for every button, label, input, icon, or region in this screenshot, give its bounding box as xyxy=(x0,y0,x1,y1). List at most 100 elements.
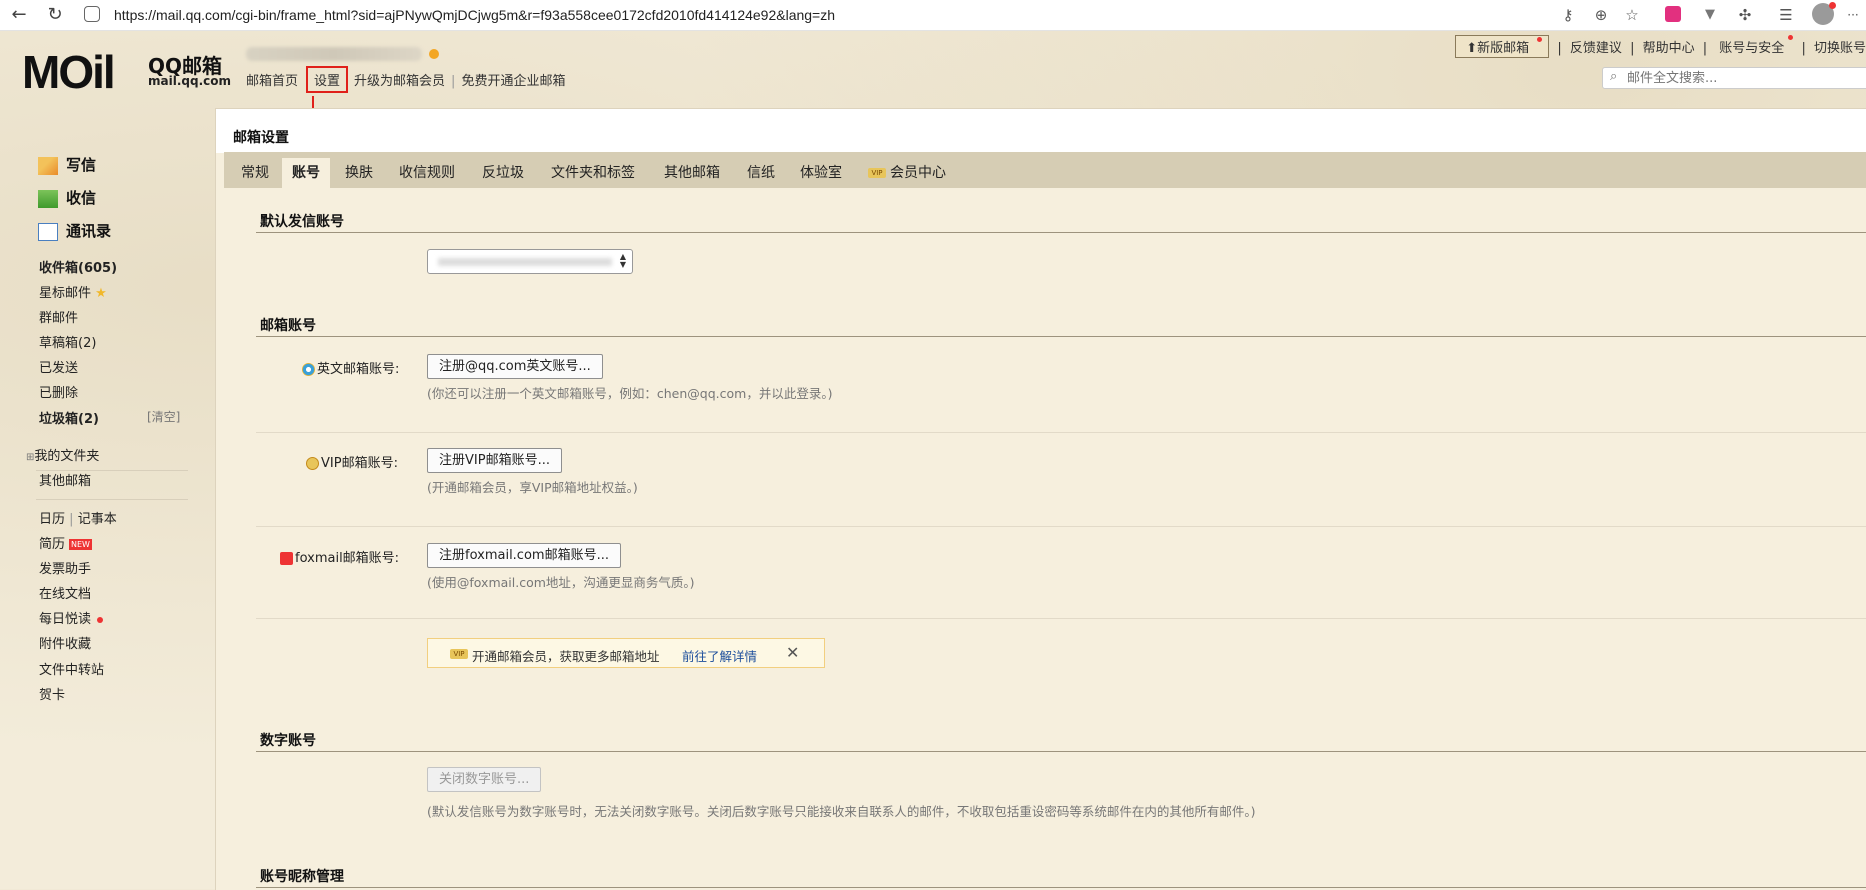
english-account-hint: (你还可以注册一个英文邮箱账号，例如：chen@qq.com，并以此登录。) xyxy=(427,386,833,401)
favorites-list-icon[interactable]: ☰ xyxy=(1776,5,1796,25)
close-icon[interactable]: ✕ xyxy=(786,643,799,662)
sidebar-item-drafts[interactable]: 草稿箱(2) xyxy=(39,332,96,351)
tab-general[interactable]: 常规 xyxy=(241,162,269,182)
resume-label: 简历 xyxy=(39,537,66,552)
settings-tabs: 常规 账号 换肤 收信规则 反垃圾 文件夹和标签 其他邮箱 信纸 体验室 VIP… xyxy=(224,152,1866,189)
switch-account-link[interactable]: 切换账号 xyxy=(1814,41,1866,56)
sidebar-item-invoice[interactable]: 发票助手 xyxy=(39,558,91,577)
vip-icon: VIP xyxy=(868,168,886,178)
sidebar-item-starred[interactable]: 星标邮件 ★ xyxy=(39,282,107,301)
promo-text: 开通邮箱会员，获取更多邮箱地址 xyxy=(472,649,660,664)
tab-lab[interactable]: 体验室 xyxy=(800,162,842,182)
nav-separator: | xyxy=(451,74,456,89)
row-divider xyxy=(256,526,1866,527)
compose-button[interactable]: 写信 xyxy=(38,154,96,178)
top-navigation: 邮箱首页 设置 升级为邮箱会员 | 免费开通企业邮箱 xyxy=(246,66,571,93)
nav-mail-home[interactable]: 邮箱首页 xyxy=(246,74,298,89)
nickname-management-title: 账号昵称管理 xyxy=(260,869,344,885)
new-badge: NEW xyxy=(69,539,92,550)
starred-label: 星标邮件 xyxy=(39,286,92,301)
sidebar-item-inbox[interactable]: 收件箱(605) xyxy=(39,257,117,276)
foxmail-account-text: foxmail邮箱账号: xyxy=(295,551,400,566)
new-version-button[interactable]: ⬆新版邮箱 xyxy=(1455,35,1550,58)
vip-promo-banner: VIP 开通邮箱会员，获取更多邮箱地址 前往了解详情 ✕ xyxy=(427,638,825,668)
favorite-star-icon[interactable]: ☆ xyxy=(1622,5,1642,25)
nav-enterprise-mail[interactable]: 免费开通企业邮箱 xyxy=(461,74,565,89)
top-link-sep: | xyxy=(1801,41,1806,56)
account-security-link[interactable]: 账号与安全 xyxy=(1715,35,1794,56)
sidebar-item-file-transfer[interactable]: 文件中转站 xyxy=(39,659,104,678)
nav-settings[interactable]: 设置 xyxy=(306,66,349,93)
user-status-icon xyxy=(429,49,439,59)
register-vip-account-button[interactable]: 注册VIP邮箱账号... xyxy=(427,448,562,473)
sidebar-item-resume[interactable]: 简历 NEW xyxy=(39,533,92,552)
promo-details-link[interactable]: 前往了解详情 xyxy=(682,646,757,665)
sidebar-item-other-mailbox[interactable]: 其他邮箱 xyxy=(39,470,91,489)
search-input[interactable] xyxy=(1625,70,1859,87)
mail-logo[interactable]: MOil xyxy=(22,45,116,99)
default-account-title: 默认发信账号 xyxy=(260,214,344,230)
register-english-account-button[interactable]: 注册@qq.com英文账号... xyxy=(427,354,603,379)
sidebar-item-sent[interactable]: 已发送 xyxy=(39,357,78,376)
tab-mail-rules[interactable]: 收信规则 xyxy=(399,162,455,182)
notification-dot xyxy=(1788,35,1794,40)
tab-folders-labels[interactable]: 文件夹和标签 xyxy=(551,162,635,182)
new-version-label: ⬆新版邮箱 xyxy=(1466,41,1530,56)
mail-account-title: 邮箱账号 xyxy=(260,318,316,334)
page-title: 邮箱设置 xyxy=(233,130,289,146)
tab-other-mailbox[interactable]: 其他邮箱 xyxy=(664,162,720,182)
compose-pencil-icon xyxy=(38,156,58,175)
mail-search-box[interactable]: ⌕ xyxy=(1602,67,1866,89)
member-center-label: 会员中心 xyxy=(890,165,946,181)
section-divider xyxy=(256,751,1866,752)
close-digital-account-button[interactable]: 关闭数字账号... xyxy=(427,767,542,792)
sidebar-item-deleted[interactable]: 已删除 xyxy=(39,382,78,401)
site-info-icon[interactable] xyxy=(84,6,100,22)
sidebar-item-attachments[interactable]: 附件收藏 xyxy=(39,633,91,652)
row-divider xyxy=(256,618,1866,619)
translate-extension-icon[interactable] xyxy=(1665,6,1681,22)
user-name-blurred xyxy=(246,47,422,61)
zoom-icon[interactable]: ⊕ xyxy=(1591,5,1611,25)
tab-account[interactable]: 账号 xyxy=(282,158,330,189)
contacts-button[interactable]: 通讯录 xyxy=(38,220,111,244)
sidebar-item-online-docs[interactable]: 在线文档 xyxy=(39,583,91,602)
password-key-icon[interactable]: ⚷ xyxy=(1558,5,1578,25)
address-bar[interactable]: https://mail.qq.com/cgi-bin/frame_html?s… xyxy=(114,7,835,23)
tab-stationery[interactable]: 信纸 xyxy=(747,162,775,182)
sidebar-item-group[interactable]: 群邮件 xyxy=(39,307,78,326)
calendar-link[interactable]: 日历 xyxy=(39,512,65,527)
tab-skin[interactable]: 换肤 xyxy=(345,162,373,182)
extensions-puzzle-icon[interactable]: ✣ xyxy=(1735,5,1755,25)
unread-dot xyxy=(97,616,104,623)
sidebar-item-daily-read[interactable]: 每日悦读 xyxy=(39,608,104,627)
sidebar-item-spam[interactable]: 垃圾箱(2) xyxy=(39,408,99,427)
account-security-label: 账号与安全 xyxy=(1719,41,1785,56)
extension-v-icon[interactable]: ▼ xyxy=(1700,5,1720,25)
tab-member-center[interactable]: VIP 会员中心 xyxy=(868,162,946,182)
nav-upgrade-member[interactable]: 升级为邮箱会员 xyxy=(354,74,445,89)
register-foxmail-account-button[interactable]: 注册foxmail.com邮箱账号... xyxy=(427,543,621,568)
vip-icon: VIP xyxy=(450,649,468,659)
back-icon[interactable]: ← xyxy=(8,4,30,26)
vip-account-text: VIP邮箱账号: xyxy=(321,456,398,471)
foxmail-account-hint: (使用@foxmail.com地址，沟通更显商务气质。) xyxy=(427,575,695,590)
notes-link[interactable]: 记事本 xyxy=(78,512,117,527)
default-account-select[interactable]: ▲ ▼ xyxy=(427,249,633,274)
sidebar-item-cards[interactable]: 贺卡 xyxy=(39,684,65,703)
clear-spam-link[interactable]: [清空] xyxy=(147,408,180,425)
sidebar-item-my-folders[interactable]: ⊞我的文件夹 xyxy=(26,445,99,464)
receive-button[interactable]: 收信 xyxy=(38,187,96,211)
english-account-text: 英文邮箱账号: xyxy=(317,362,400,377)
feedback-link[interactable]: 反馈建议 xyxy=(1570,41,1622,56)
more-menu-icon[interactable]: ··· xyxy=(1843,5,1863,25)
profile-avatar[interactable] xyxy=(1812,2,1836,25)
refresh-icon[interactable]: ↻ xyxy=(44,4,66,26)
help-center-link[interactable]: 帮助中心 xyxy=(1643,41,1695,56)
top-link-sep: | xyxy=(1630,41,1635,56)
tab-anti-spam[interactable]: 反垃圾 xyxy=(482,162,524,182)
compose-label: 写信 xyxy=(66,156,97,174)
sidebar-divider xyxy=(36,499,188,500)
daily-read-label: 每日悦读 xyxy=(39,612,92,627)
vip-account-label: VIP邮箱账号: xyxy=(306,452,398,471)
